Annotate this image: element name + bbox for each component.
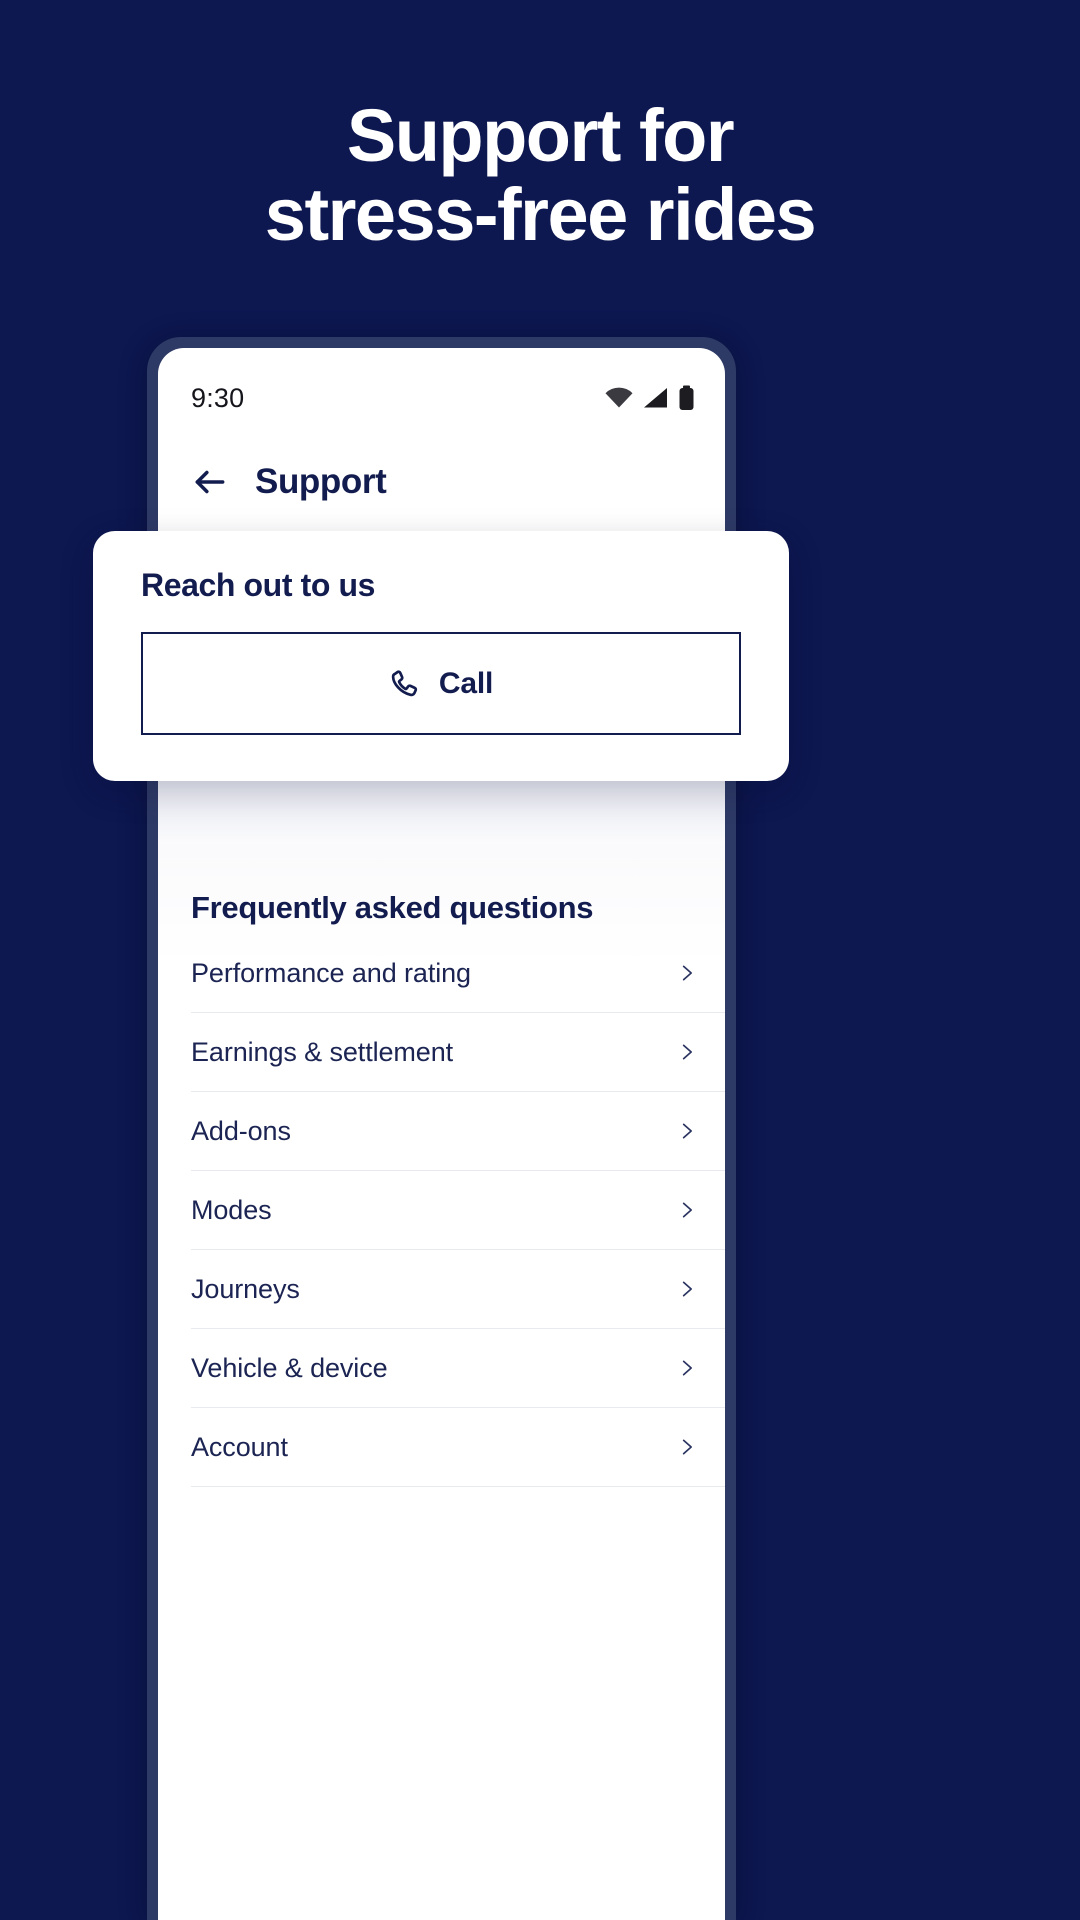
call-button-label: Call xyxy=(438,666,494,700)
faq-item-vehicle-and-device[interactable]: Vehicle & device xyxy=(191,1329,725,1408)
chevron-right-icon xyxy=(682,1360,692,1376)
back-arrow-icon[interactable] xyxy=(191,463,229,501)
faq-list: Performance and rating Earnings & settle… xyxy=(158,934,725,1487)
chevron-right-icon xyxy=(682,1044,692,1060)
faq-item-label: Earnings & settlement xyxy=(191,1036,454,1067)
faq-item-earnings-and-settlement[interactable]: Earnings & settlement xyxy=(191,1013,725,1092)
faq-item-label: Performance and rating xyxy=(191,957,471,988)
chevron-right-icon xyxy=(682,1123,692,1139)
chevron-right-icon xyxy=(682,1202,692,1218)
status-bar: 9:30 xyxy=(158,348,725,434)
faq-item-label: Vehicle & device xyxy=(191,1352,388,1383)
chevron-right-icon xyxy=(682,1439,692,1455)
battery-icon xyxy=(679,385,694,410)
faq-item-label: Add-ons xyxy=(191,1115,291,1146)
app-header: Support xyxy=(158,434,725,528)
hero-headline: Support for stress-free rides xyxy=(0,96,1080,254)
faq-item-modes[interactable]: Modes xyxy=(191,1171,725,1250)
chevron-right-icon xyxy=(682,1281,692,1297)
status-icons xyxy=(604,385,695,411)
faq-section-title: Frequently asked questions xyxy=(191,890,594,925)
call-button[interactable]: Call xyxy=(141,632,741,735)
section-separator xyxy=(158,780,725,844)
hero-headline-line2: stress-free rides xyxy=(264,173,817,257)
faq-item-performance-and-rating[interactable]: Performance and rating xyxy=(191,934,725,1013)
faq-item-label: Journeys xyxy=(191,1273,300,1304)
faq-item-add-ons[interactable]: Add-ons xyxy=(191,1092,725,1171)
faq-item-account[interactable]: Account xyxy=(191,1408,725,1487)
faq-item-label: Modes xyxy=(191,1194,272,1225)
wifi-icon xyxy=(605,387,633,408)
hero-headline-line1: Support for xyxy=(346,94,735,177)
reach-out-card: Reach out to us Call xyxy=(93,531,789,781)
page-title: Support xyxy=(255,462,387,501)
faq-item-journeys[interactable]: Journeys xyxy=(191,1250,725,1329)
reach-out-card-title: Reach out to us xyxy=(141,567,376,603)
faq-section: Frequently asked questions Performance a… xyxy=(158,844,725,1487)
chevron-right-icon xyxy=(682,965,692,981)
signal-icon xyxy=(644,388,667,408)
phone-handset-icon xyxy=(391,669,418,696)
status-time: 9:30 xyxy=(191,382,245,413)
faq-item-label: Account xyxy=(191,1431,288,1462)
promo-screen: Support for stress-free rides 9:30 Suppo… xyxy=(0,0,1080,1920)
